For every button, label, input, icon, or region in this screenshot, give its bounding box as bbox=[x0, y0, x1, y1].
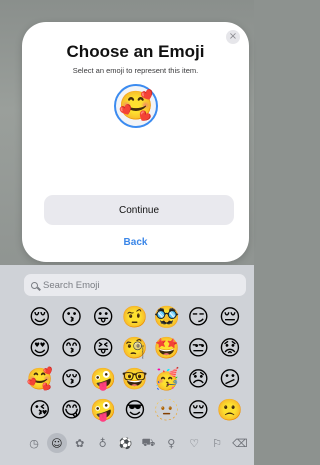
emoji-picker-dialog: × Choose an Emoji Select an emoji to rep… bbox=[22, 22, 249, 262]
emoji-key[interactable]: 🫥 bbox=[151, 395, 183, 426]
travel-icon[interactable]: ⛟ bbox=[138, 433, 158, 453]
emoji-key[interactable]: 🥰 bbox=[24, 364, 56, 395]
emoji-key[interactable]: 😕 bbox=[214, 364, 246, 395]
emoji-grid: 😌 😗 😛 🤨 🥸 😏 😔 😍 😙 😝 🧐 🤩 😒 😟 🥰 😚 🤪 🤓 🥳 😞 😕 😘 😋 🤪 😎 🫥 😔 🙁 bbox=[24, 302, 246, 426]
search-placeholder: Search Emoji bbox=[43, 279, 100, 291]
emoji-key[interactable]: 😋 bbox=[56, 395, 88, 426]
emoji-key[interactable]: 😌 bbox=[24, 302, 56, 333]
emoji-key[interactable]: 😚 bbox=[56, 364, 88, 395]
emoji-key[interactable]: 😏 bbox=[182, 302, 214, 333]
emoji-key[interactable]: 😗 bbox=[56, 302, 88, 333]
flags-icon[interactable]: ⚐ bbox=[207, 433, 227, 453]
symbols-icon[interactable]: ♡ bbox=[184, 433, 204, 453]
emoji-key[interactable]: 😔 bbox=[182, 395, 214, 426]
emoji-key[interactable]: 🧐 bbox=[119, 333, 151, 364]
emoji-key[interactable]: 😘 bbox=[24, 395, 56, 426]
emoji-key[interactable]: 😛 bbox=[87, 302, 119, 333]
activity-icon[interactable]: ⚽ bbox=[116, 433, 136, 453]
emoji-key[interactable]: 😒 bbox=[182, 333, 214, 364]
emoji-key[interactable]: 🤪 bbox=[87, 364, 119, 395]
animals-icon[interactable]: ✿ bbox=[70, 433, 90, 453]
emoji-key[interactable]: 🤓 bbox=[119, 364, 151, 395]
emoji-key[interactable]: 🙁 bbox=[214, 395, 246, 426]
emoji-key[interactable]: 😎 bbox=[119, 395, 151, 426]
delete-icon[interactable]: ⌫ bbox=[230, 433, 250, 453]
emoji-key[interactable]: 😍 bbox=[24, 333, 56, 364]
smileys-icon[interactable]: ☺ bbox=[46, 433, 67, 453]
emoji-key[interactable]: 🥳 bbox=[151, 364, 183, 395]
emoji-key[interactable]: 😝 bbox=[87, 333, 119, 364]
emoji-key[interactable]: 😙 bbox=[56, 333, 88, 364]
food-icon[interactable]: ♁ bbox=[93, 433, 113, 453]
selected-emoji-preview[interactable]: 🥰 bbox=[114, 84, 158, 128]
emoji-key[interactable]: 😟 bbox=[214, 333, 246, 364]
continue-button[interactable]: Continue bbox=[44, 195, 234, 225]
dialog-title: Choose an Emoji bbox=[66, 42, 205, 61]
recent-icon[interactable]: ◷ bbox=[24, 433, 44, 453]
emoji-key[interactable]: 🤩 bbox=[151, 333, 183, 364]
emoji-category-bar: ◷ ☺ ✿ ♁ ⚽ ⛟ ♀ ♡ ⚐ ⌫ bbox=[24, 432, 250, 454]
emoji-key[interactable]: 😔 bbox=[214, 302, 246, 333]
close-icon: × bbox=[228, 31, 238, 42]
dialog-subtitle: Select an emoji to represent this item. bbox=[72, 66, 199, 75]
search-icon bbox=[31, 281, 38, 289]
back-button[interactable]: Back bbox=[22, 237, 249, 248]
selected-emoji: 🥰 bbox=[118, 90, 154, 121]
objects-icon[interactable]: ♀ bbox=[161, 433, 181, 453]
emoji-key[interactable]: 😞 bbox=[182, 364, 214, 395]
emoji-key[interactable]: 🤪 bbox=[87, 395, 119, 426]
emoji-key[interactable]: 🤨 bbox=[119, 302, 151, 333]
emoji-search-input[interactable]: Search Emoji bbox=[24, 274, 246, 296]
emoji-key[interactable]: 🥸 bbox=[151, 302, 183, 333]
